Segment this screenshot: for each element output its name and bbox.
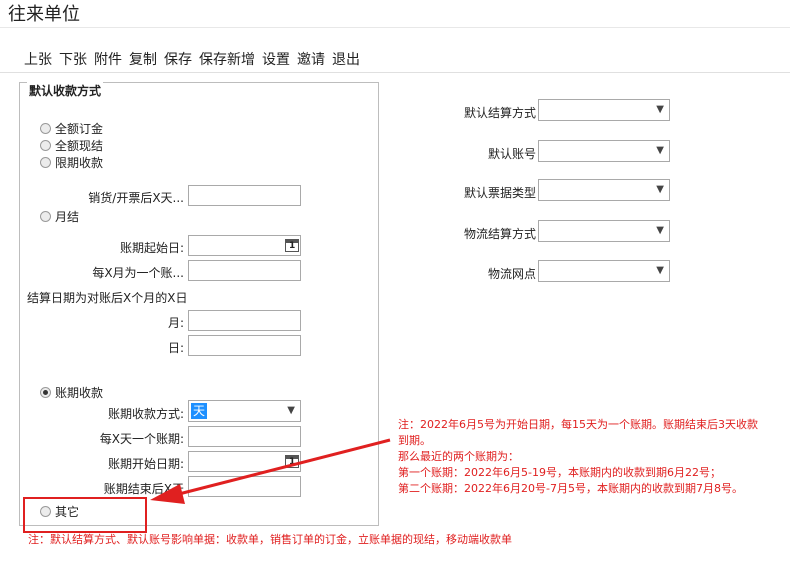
annotation-arrow	[150, 438, 391, 504]
arrow-head	[150, 484, 185, 504]
footnote: 注：默认结算方式、默认账号影响单据：收款单，销售订单的订金，立账单据的现结，移动…	[28, 533, 512, 546]
arrow-shaft	[174, 438, 391, 497]
